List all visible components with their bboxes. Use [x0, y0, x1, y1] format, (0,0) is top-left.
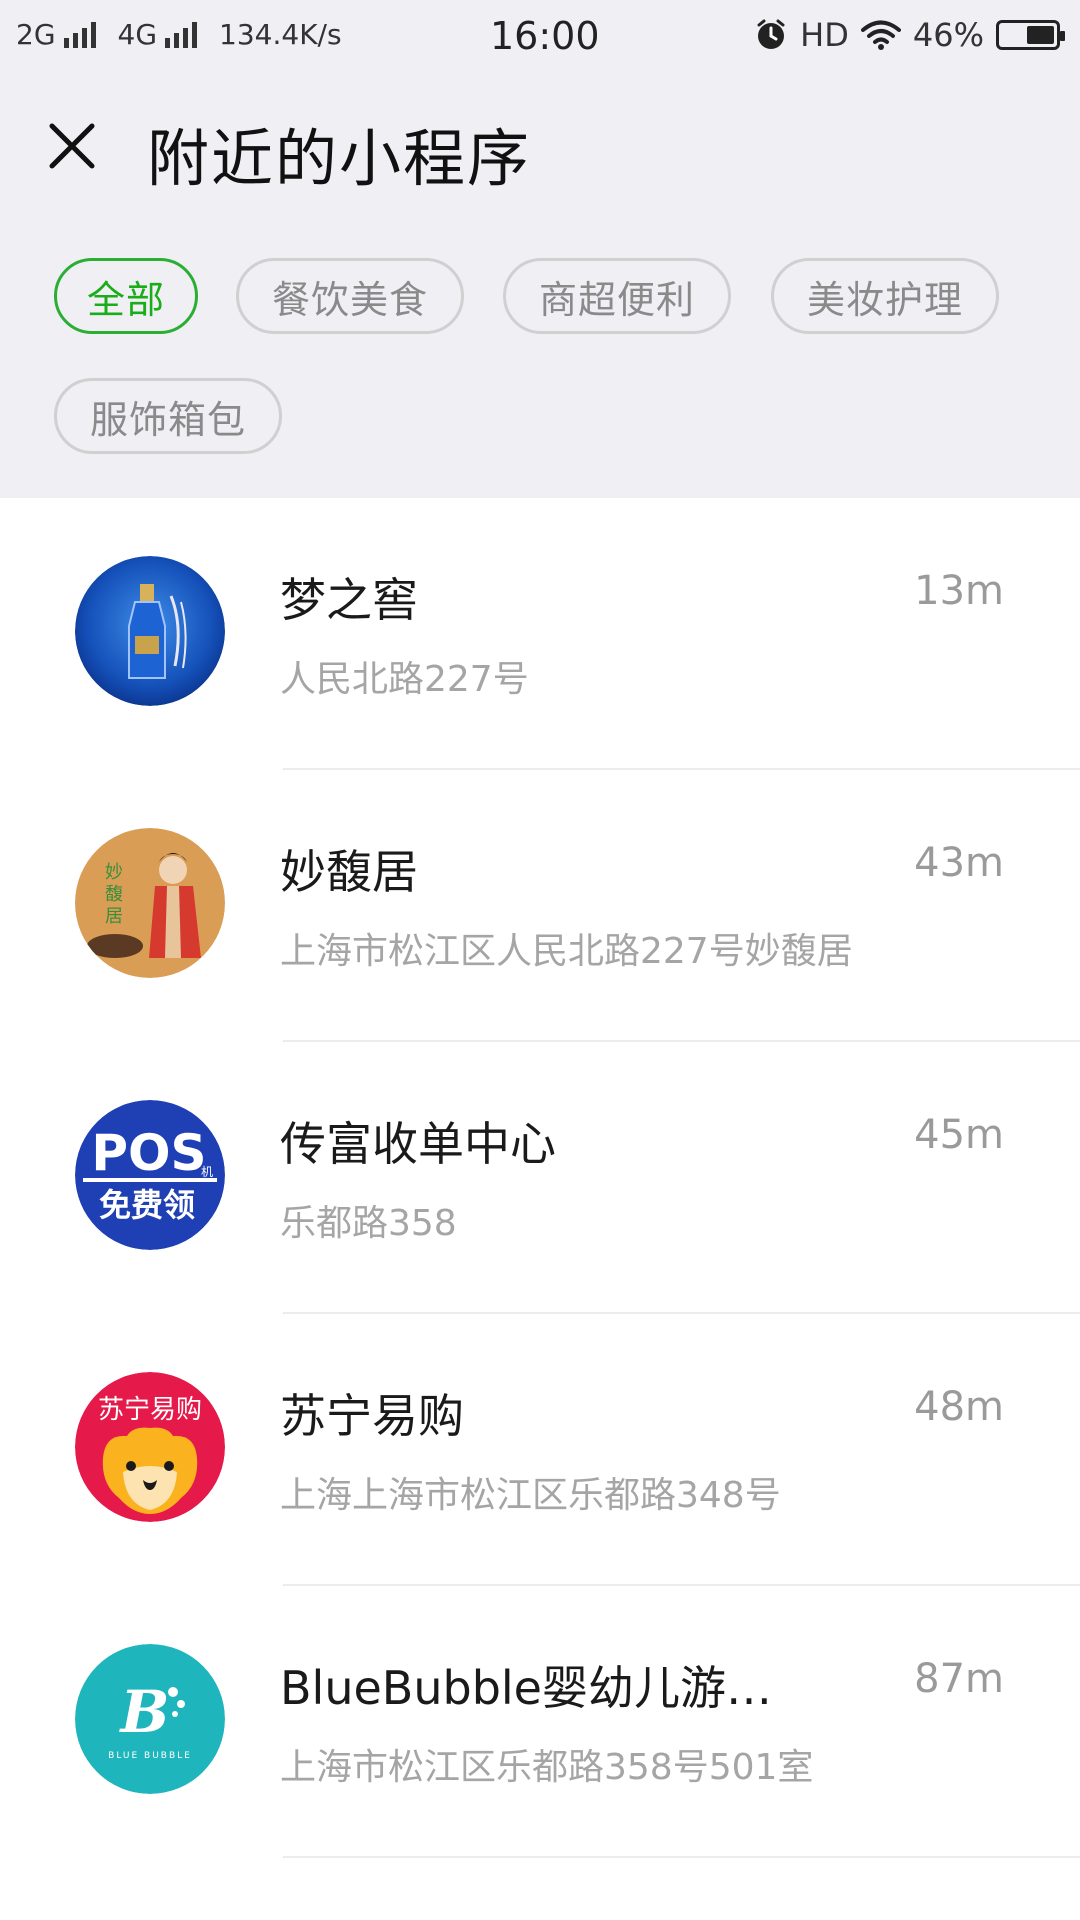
item-name: 苏宁易购: [280, 1389, 464, 1443]
status-left: 2G 4G 134.4K/s: [16, 18, 342, 51]
item-distance: 45m: [914, 1112, 1004, 1158]
category-apparel[interactable]: 服饰箱包: [54, 378, 282, 454]
mengzhijiao-logo: [75, 556, 225, 706]
battery-percent: 46%: [912, 16, 984, 54]
item-name: 妙馥居: [280, 845, 418, 899]
list-item[interactable]: 梦之窖 13m 人民北路227号: [0, 498, 1080, 770]
list-item[interactable]: POS 机 免费领 传富收单中心 45m 乐都路358: [0, 1042, 1080, 1314]
suning-logo-text: 苏宁易购: [98, 1395, 202, 1425]
item-address: 乐都路358: [280, 1203, 457, 1244]
pos-logo-sub-text: 免费领: [99, 1186, 195, 1224]
status-right: HD 46%: [754, 16, 1065, 54]
item-name: 传富收单中心: [280, 1117, 556, 1171]
signal-icon: [165, 21, 198, 48]
list-item[interactable]: 苏宁易购 苏宁易购 48m 上海上海市松江区乐都路348号: [0, 1314, 1080, 1586]
item-address: 上海市松江区乐都路358号501室: [280, 1747, 814, 1788]
list-item[interactable]: B BLUE BUBBLE BlueBubble婴幼儿游… 87m 上海市松江区…: [0, 1586, 1080, 1858]
battery-icon: [996, 20, 1065, 50]
close-button[interactable]: [44, 118, 100, 174]
page-title: 附近的小程序: [147, 122, 532, 195]
close-icon: [49, 123, 95, 169]
divider: [283, 1856, 1080, 1858]
item-distance: 43m: [914, 840, 1004, 886]
svg-text:居: 居: [105, 906, 123, 927]
pos-logo: POS 机 免费领: [75, 1100, 225, 1250]
hd-indicator: HD: [800, 16, 849, 54]
item-address: 上海上海市松江区乐都路348号: [280, 1475, 781, 1516]
wifi-icon: [860, 20, 901, 50]
pos-logo-small-text: 机: [201, 1165, 213, 1179]
category-supermarket[interactable]: 商超便利: [503, 258, 731, 334]
svg-text:妙: 妙: [105, 862, 123, 883]
svg-text:B: B: [118, 1678, 169, 1746]
item-address: 上海市松江区人民北路227号妙馥居: [280, 931, 853, 972]
item-distance: 87m: [914, 1656, 1004, 1702]
status-bar: 2G 4G 134.4K/s 16:00 HD 46%: [0, 0, 1080, 76]
item-name: BlueBubble婴幼儿游…: [280, 1661, 772, 1715]
network-4g: 4G: [117, 18, 158, 51]
network-2g: 2G: [16, 18, 56, 51]
category-food[interactable]: 餐饮美食: [236, 258, 464, 334]
suning-logo: 苏宁易购: [75, 1372, 225, 1522]
svg-text:馥: 馥: [105, 884, 123, 905]
item-name: 梦之窖: [280, 573, 418, 627]
bluebubble-logo: B BLUE BUBBLE: [75, 1644, 225, 1794]
battery-level: [1027, 26, 1054, 44]
item-distance: 48m: [914, 1384, 1004, 1430]
item-distance: 13m: [914, 568, 1004, 614]
list-item[interactable]: 妙 馥 居 妙馥居 43m 上海市松江区人民北路227号妙馥居: [0, 770, 1080, 1042]
alarm-icon: [757, 19, 785, 49]
network-speed: 134.4K/s: [219, 18, 342, 51]
item-address: 人民北路227号: [280, 659, 529, 700]
miaofuju-logo: 妙 馥 居: [75, 828, 225, 978]
bluebubble-logo-text: BLUE BUBBLE: [108, 1751, 192, 1761]
status-time: 16:00: [490, 14, 600, 58]
category-all[interactable]: 全部: [54, 258, 198, 334]
category-beauty[interactable]: 美妆护理: [771, 258, 999, 334]
pos-logo-main-text: POS: [91, 1124, 206, 1182]
signal-icon: [63, 21, 96, 48]
